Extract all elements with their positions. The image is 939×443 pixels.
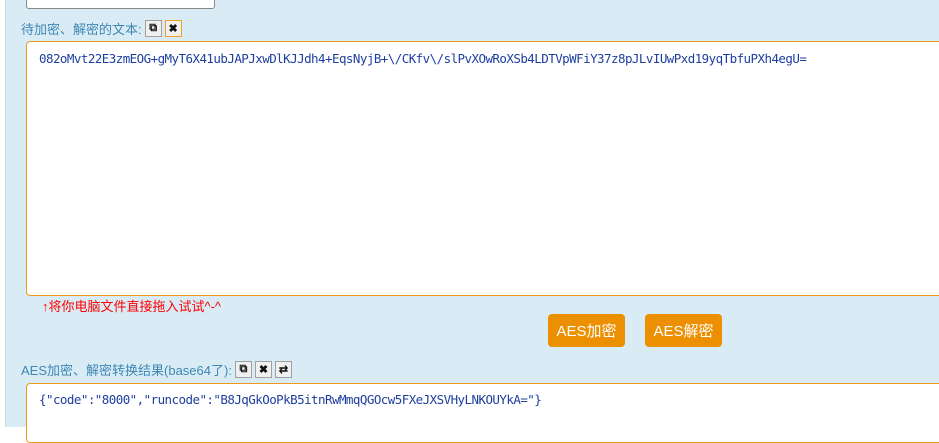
swap-icon: ⇄	[278, 364, 289, 376]
copy-input-button[interactable]: ⧉	[144, 20, 162, 37]
input-textarea[interactable]: 082oMvt22E3zmEOG+gMyT6X41ubJAPJxwDlKJJdh…	[26, 41, 939, 296]
swap-button[interactable]: ⇄	[274, 361, 292, 378]
clear-output-button[interactable]: ✖	[254, 361, 272, 378]
aes-tool-panel: 待加密、解密的文本: ⧉ ✖ 082oMvt22E3zmEOG+gMyT6X41…	[5, 0, 939, 443]
close-icon: ✖	[258, 364, 269, 376]
close-icon: ✖	[168, 23, 178, 35]
output-textarea[interactable]: {"code":"8000","runcode":"B8JqGkOoPkB5it…	[26, 383, 939, 443]
drag-drop-tip: ↑将你电脑文件直接拖入试试^-^	[42, 299, 222, 314]
copy-output-button[interactable]: ⧉	[234, 361, 252, 378]
copy-icon: ⧉	[149, 22, 158, 34]
key-input[interactable]	[26, 0, 215, 9]
input-label: 待加密、解密的文本:	[21, 22, 142, 37]
output-label-row: AES加密、解密转换结果(base64了): ⧉ ✖ ⇄	[21, 360, 292, 379]
input-label-row: 待加密、解密的文本: ⧉ ✖	[21, 19, 182, 38]
aes-encrypt-button[interactable]: AES加密	[548, 314, 625, 347]
aes-decrypt-button[interactable]: AES解密	[645, 314, 722, 347]
clear-input-button[interactable]: ✖	[164, 20, 182, 37]
copy-icon: ⧉	[239, 363, 248, 375]
output-label: AES加密、解密转换结果(base64了):	[21, 363, 232, 378]
